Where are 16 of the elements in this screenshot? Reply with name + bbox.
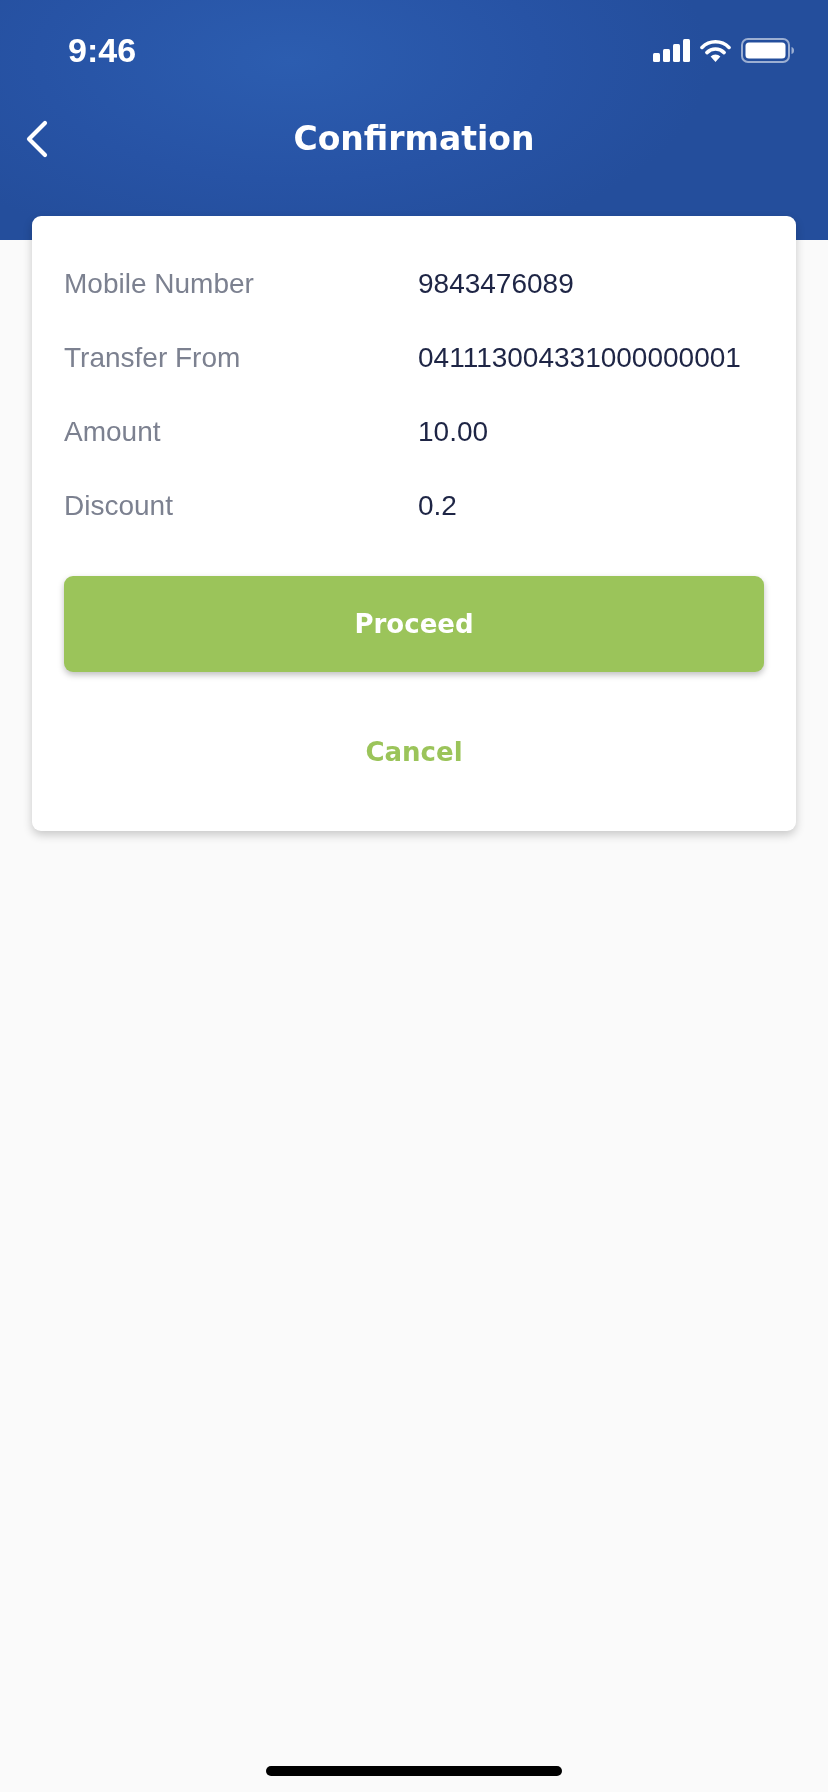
detail-value: 9843476089 bbox=[418, 267, 575, 301]
detail-label: Mobile Number bbox=[64, 267, 255, 301]
detail-label: Transfer From bbox=[64, 341, 242, 375]
proceed-button[interactable]: Proceed bbox=[64, 576, 764, 672]
detail-value: 10.00 bbox=[418, 415, 490, 449]
detail-label: Discount bbox=[64, 489, 174, 523]
detail-label: Amount bbox=[64, 415, 162, 449]
detail-value: 0.2 bbox=[418, 489, 458, 523]
back-icon[interactable] bbox=[25, 120, 49, 158]
battery-icon bbox=[741, 37, 794, 63]
status-time: 9:46 bbox=[68, 33, 137, 67]
detail-value: 041113004331000000001 bbox=[418, 341, 742, 375]
page-title: Confirmation bbox=[293, 119, 535, 159]
cancel-button[interactable]: Cancel bbox=[349, 722, 479, 782]
signal-icon bbox=[653, 38, 690, 62]
wifi-icon bbox=[700, 38, 731, 62]
